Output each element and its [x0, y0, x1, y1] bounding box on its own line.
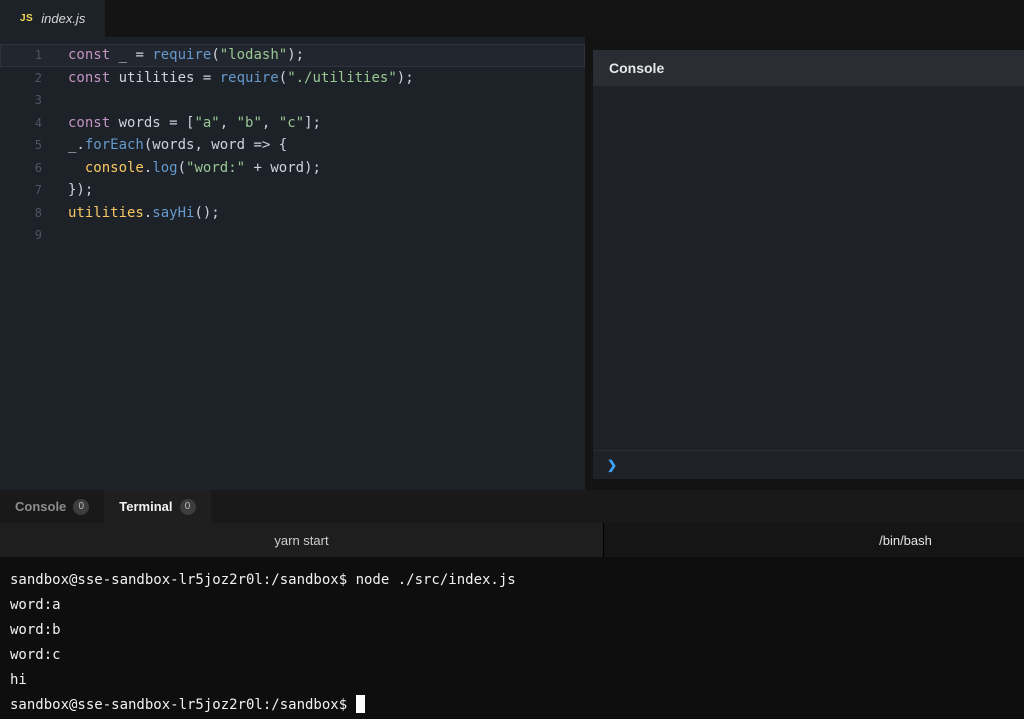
- devtools-tab-label: Console: [15, 499, 66, 514]
- code-token: "a": [194, 115, 219, 131]
- code-token: _.: [68, 137, 85, 153]
- terminal-cursor: [356, 695, 365, 713]
- code-token: forEach: [85, 137, 144, 153]
- line-number: 1: [0, 44, 42, 67]
- code-line[interactable]: 8 utilities.sayHi();: [0, 202, 585, 225]
- line-number: 3: [0, 89, 42, 112]
- code-line[interactable]: 5 _.forEach(words, word => {: [0, 134, 585, 157]
- code-text: console.log("word:" + word);: [68, 157, 321, 180]
- console-header: Console: [593, 50, 1024, 86]
- code-token: "word:": [186, 160, 245, 176]
- code-token: (words, word => {: [144, 137, 287, 153]
- code-token: console: [85, 160, 144, 176]
- editor-lines: 1const _ = require("lodash");2const util…: [0, 44, 585, 247]
- code-token: "c": [279, 115, 304, 131]
- code-token: require: [220, 70, 279, 86]
- console-input-row[interactable]: ❯: [593, 450, 1024, 479]
- code-text: const utilities = require("./utilities")…: [68, 67, 414, 90]
- line-number: 4: [0, 112, 42, 135]
- console-prompt-icon: ❯: [607, 458, 617, 472]
- line-number: 5: [0, 134, 42, 157]
- code-line[interactable]: 7});: [0, 179, 585, 202]
- line-number: 7: [0, 179, 42, 202]
- devtools-tab-label: Terminal: [119, 499, 172, 514]
- code-text: _.forEach(words, word => {: [68, 134, 287, 157]
- terminal-prompt: sandbox@sse-sandbox-lr5joz2r0l:/sandbox$: [10, 697, 347, 713]
- code-token: + word);: [245, 160, 321, 176]
- code-token: sayHi: [152, 205, 194, 221]
- code-token: utilities =: [110, 70, 220, 86]
- pane-divider[interactable]: [585, 37, 593, 490]
- main-row: 1const _ = require("lodash");2const util…: [0, 37, 1024, 490]
- code-text: const _ = require("lodash");: [68, 44, 304, 67]
- devtools-tab-console[interactable]: Console 0: [0, 490, 104, 523]
- code-token: });: [68, 182, 93, 198]
- code-token: log: [152, 160, 177, 176]
- line-number: 8: [0, 202, 42, 225]
- code-text: const words = ["a", "b", "c"];: [68, 112, 321, 135]
- code-token: ();: [194, 205, 219, 221]
- terminal-output[interactable]: sandbox@sse-sandbox-lr5joz2r0l:/sandbox$…: [0, 557, 1024, 719]
- code-line[interactable]: 9: [0, 224, 585, 247]
- console-output-area: [593, 86, 1024, 450]
- code-line[interactable]: 4 const words = ["a", "b", "c"];: [0, 112, 585, 135]
- code-line[interactable]: 6 console.log("word:" + word);: [0, 157, 585, 180]
- code-text: utilities.sayHi();: [68, 202, 220, 225]
- tab-index-js[interactable]: JS index.js: [0, 0, 105, 37]
- devtools-tab-terminal[interactable]: Terminal 0: [104, 490, 210, 523]
- devtools-tab-bar: Console 0 Terminal 0: [0, 490, 1024, 523]
- shell-tab-yarn-start[interactable]: yarn start: [0, 523, 604, 557]
- terminal-line: hi: [10, 668, 1014, 693]
- line-number: 6: [0, 157, 42, 180]
- code-token: [68, 160, 85, 176]
- code-token: words = [: [110, 115, 194, 131]
- shell-tab--bin-bash[interactable]: /bin/bash: [604, 523, 1024, 557]
- code-text: });: [68, 179, 93, 202]
- editor-tab-bar: JS index.js: [0, 0, 1024, 37]
- browser-console-pane: Console ❯: [593, 50, 1024, 479]
- terminal-line: word:a: [10, 593, 1014, 618]
- code-line[interactable]: 1 const _ = require("lodash");: [0, 44, 585, 67]
- code-token: const: [68, 115, 110, 131]
- code-line[interactable]: 2 const utilities = require("./utilities"…: [0, 67, 585, 90]
- code-token: const: [68, 70, 110, 86]
- shell-tab-bar: yarn start/bin/bash: [0, 523, 1024, 557]
- code-line[interactable]: 3: [0, 89, 585, 112]
- code-token: const: [68, 47, 110, 63]
- devtools-tab-badge: 0: [180, 499, 196, 515]
- code-token: );: [397, 70, 414, 86]
- code-token: "b": [237, 115, 262, 131]
- terminal-line: word:b: [10, 618, 1014, 643]
- code-token: "./utilities": [287, 70, 397, 86]
- code-token: _ =: [110, 47, 152, 63]
- line-number: 9: [0, 224, 42, 247]
- terminal-line: word:c: [10, 643, 1014, 668]
- line-number: 2: [0, 67, 42, 90]
- terminal-line: sandbox@sse-sandbox-lr5joz2r0l:/sandbox$…: [10, 568, 1014, 593]
- code-token: utilities: [68, 205, 144, 221]
- javascript-file-icon: JS: [20, 13, 33, 24]
- code-editor[interactable]: 1const _ = require("lodash");2const util…: [0, 37, 585, 490]
- code-token: ,: [220, 115, 237, 131]
- code-token: ,: [262, 115, 279, 131]
- app-root: JS index.js 1const _ = require("lodash")…: [0, 0, 1024, 719]
- code-token: );: [287, 47, 304, 63]
- code-token: (: [279, 70, 287, 86]
- terminal-prompt-line: sandbox@sse-sandbox-lr5joz2r0l:/sandbox$: [10, 693, 1014, 718]
- code-token: require: [152, 47, 211, 63]
- console-title: Console: [609, 60, 664, 76]
- tab-filename: index.js: [41, 11, 85, 26]
- terminal-lines: sandbox@sse-sandbox-lr5joz2r0l:/sandbox$…: [10, 568, 1014, 693]
- devtools-tab-badge: 0: [73, 499, 89, 515]
- code-token: "lodash": [220, 47, 287, 63]
- code-token: (: [178, 160, 186, 176]
- code-token: (: [211, 47, 219, 63]
- code-token: ];: [304, 115, 321, 131]
